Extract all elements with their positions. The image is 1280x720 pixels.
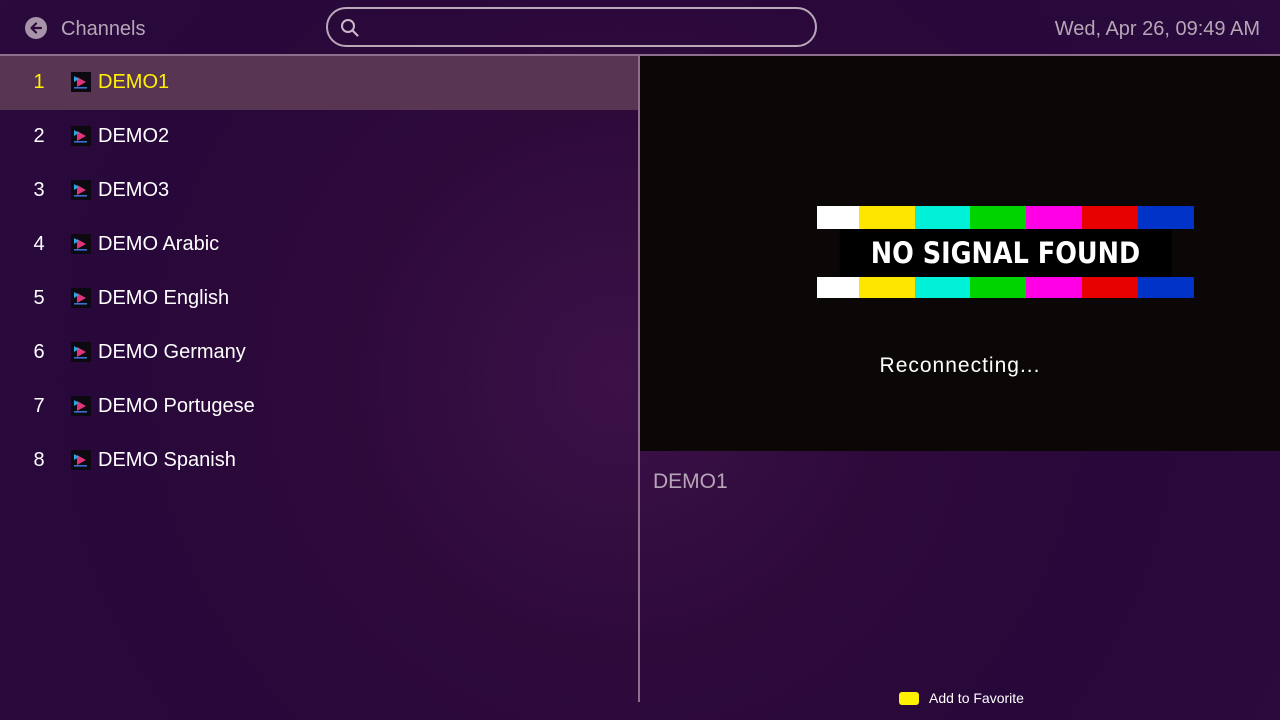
no-signal-text: NO SIGNAL FOUND bbox=[839, 229, 1172, 277]
channel-row[interactable]: 7 DEMO Portugese bbox=[0, 380, 638, 434]
channel-logo-icon bbox=[71, 234, 91, 254]
channel-row[interactable]: 4 DEMO Arabic bbox=[0, 218, 638, 272]
channel-logo-icon bbox=[71, 72, 91, 92]
color-bar bbox=[1026, 206, 1082, 229]
color-bars-bottom bbox=[817, 277, 1194, 298]
date-time: Wed, Apr 26, 09:49 AM bbox=[1054, 18, 1260, 40]
now-playing-title: DEMO1 bbox=[653, 470, 728, 493]
channel-logo-icon bbox=[71, 180, 91, 200]
color-bar bbox=[1138, 206, 1194, 229]
channel-number: 3 bbox=[33, 179, 45, 201]
channel-name: DEMO Arabic bbox=[98, 233, 220, 255]
channel-name: DEMO1 bbox=[98, 71, 170, 93]
color-bar bbox=[859, 277, 915, 298]
color-bar bbox=[1138, 277, 1194, 298]
channel-number: 7 bbox=[33, 395, 45, 417]
channel-name: DEMO Spanish bbox=[98, 449, 236, 471]
color-bar bbox=[1026, 277, 1082, 298]
color-bar bbox=[970, 277, 1026, 298]
channel-name: DEMO Portugese bbox=[98, 395, 255, 417]
channel-row[interactable]: 5 DEMO English bbox=[0, 272, 638, 326]
channel-logo-icon bbox=[71, 288, 91, 308]
color-bar bbox=[915, 277, 970, 298]
player-status: Reconnecting... bbox=[879, 354, 1041, 377]
channel-name: DEMO Germany bbox=[98, 341, 246, 363]
channel-list: 1 DEMO1 2 DEMO2 3 DEMO3 4 DEMO Arabic 5 DEMO Engl… bbox=[0, 56, 638, 720]
channel-number: 4 bbox=[33, 233, 45, 255]
channel-name: DEMO3 bbox=[98, 179, 170, 201]
channel-logo-icon bbox=[71, 396, 91, 416]
channel-name: DEMO2 bbox=[98, 125, 170, 147]
channel-row[interactable]: 1 DEMO1 bbox=[0, 56, 638, 110]
channel-row[interactable]: 3 DEMO3 bbox=[0, 164, 638, 218]
top-bar: Channels Wed, Apr 26, 09:49 AM bbox=[0, 0, 1280, 54]
color-bar bbox=[859, 206, 915, 229]
add-to-favorite-hint[interactable]: Add to Favorite bbox=[899, 690, 1024, 706]
page-title: Channels bbox=[61, 18, 146, 40]
channel-number: 2 bbox=[33, 125, 45, 147]
arrow-left-circle-icon bbox=[30, 22, 43, 34]
channel-number: 8 bbox=[33, 449, 45, 471]
channel-row[interactable]: 6 DEMO Germany bbox=[0, 326, 638, 380]
channel-number: 5 bbox=[33, 287, 45, 309]
search-icon bbox=[341, 19, 359, 37]
channel-name: DEMO English bbox=[98, 287, 230, 309]
channel-row[interactable]: 8 DEMO Spanish bbox=[0, 434, 638, 488]
hint-label: Add to Favorite bbox=[929, 690, 1024, 706]
color-bar bbox=[915, 206, 970, 229]
channel-number: 1 bbox=[33, 71, 45, 93]
video-player[interactable]: NO SIGNAL FOUND Reconnecting... bbox=[640, 56, 1280, 451]
color-bars-top bbox=[817, 206, 1194, 229]
no-signal-graphic: NO SIGNAL FOUND bbox=[817, 206, 1194, 298]
yellow-key-icon bbox=[899, 691, 919, 705]
channel-number: 6 bbox=[33, 341, 45, 363]
color-bar bbox=[817, 206, 859, 229]
color-bar bbox=[970, 206, 1026, 229]
back-button[interactable] bbox=[25, 17, 47, 39]
color-bar bbox=[817, 277, 859, 298]
channel-row[interactable]: 2 DEMO2 bbox=[0, 110, 638, 164]
channel-logo-icon bbox=[71, 342, 91, 362]
color-bar bbox=[1082, 206, 1138, 229]
channel-logo-icon bbox=[71, 126, 91, 146]
search-input[interactable] bbox=[368, 13, 802, 43]
search-bar[interactable] bbox=[326, 7, 817, 47]
channel-logo-icon bbox=[71, 450, 91, 470]
color-bar bbox=[1082, 277, 1138, 298]
